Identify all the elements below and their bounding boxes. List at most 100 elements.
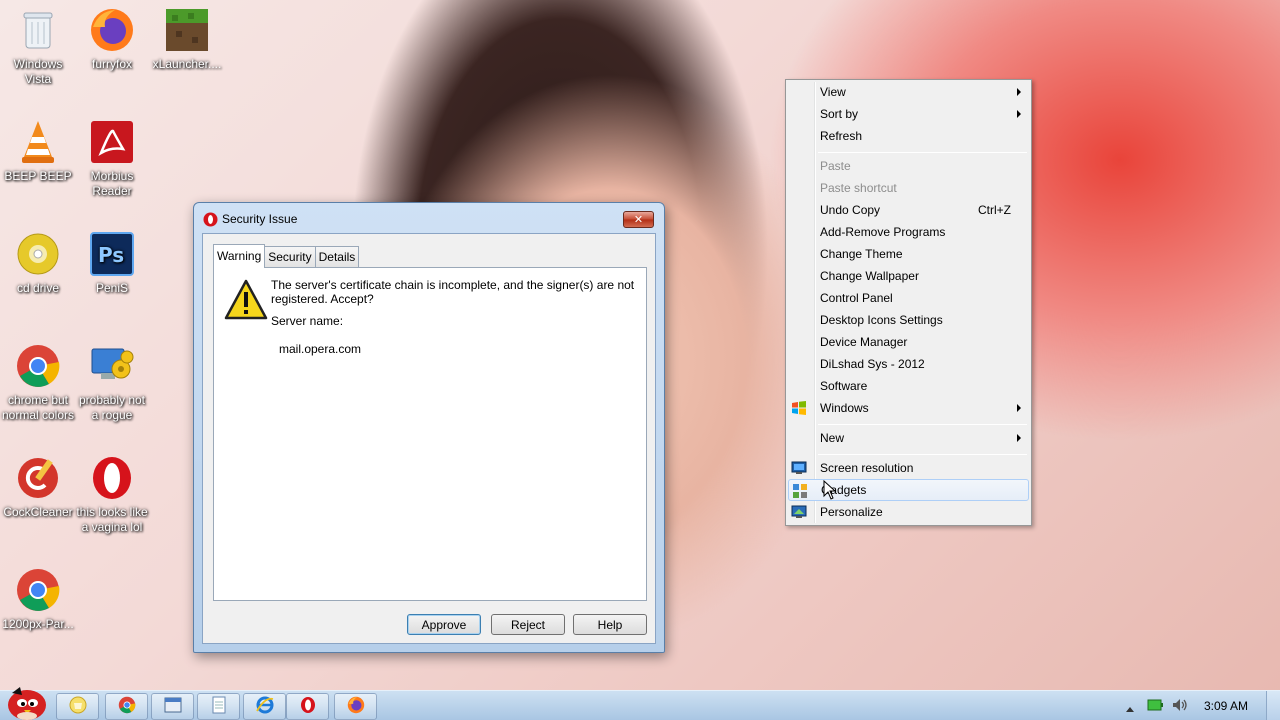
reject-button[interactable]: Reject [491, 614, 565, 635]
desktop-icon-beep-beep[interactable]: BEEP BEEP [0, 118, 76, 184]
desktop-icon-cd-drive[interactable]: cd drive [0, 230, 76, 296]
menu-separator [818, 454, 1027, 455]
server-name-label: Server name: [271, 314, 344, 328]
opera-icon [88, 454, 136, 502]
submenu-arrow-icon [1017, 434, 1021, 442]
desktop-icon-cockcleaner[interactable]: CockCleaner [0, 454, 76, 520]
tab-details[interactable]: Details [314, 246, 360, 267]
gadgets-icon [792, 483, 808, 499]
chrome-icon [14, 566, 62, 614]
desktop-icon-label: xLauncher.... [152, 57, 222, 71]
taskbar-internet-explorer-button[interactable] [243, 693, 286, 720]
menu-item-control-panel[interactable]: Control Panel [788, 287, 1029, 309]
opera-icon [300, 696, 316, 717]
show-hidden-icons-chevron-icon[interactable] [1126, 701, 1134, 715]
taskbar-explorer-button[interactable] [56, 693, 99, 720]
pdf-reader-icon [88, 118, 136, 166]
close-button[interactable]: ✕ [623, 211, 654, 228]
taskbar-clock[interactable]: 3:09 AM [1204, 699, 1248, 713]
desktop-icon-label: Windows Vista [13, 57, 63, 86]
volume-icon[interactable] [1172, 698, 1188, 715]
window-icon [164, 697, 182, 716]
menu-item-device-manager[interactable]: Device Manager [788, 331, 1029, 353]
menu-item-personalize[interactable]: Personalize [788, 501, 1029, 523]
taskbar-window-button[interactable] [151, 693, 194, 720]
tab-security[interactable]: Security [264, 246, 316, 267]
menu-item-label: Add-Remove Programs [820, 225, 946, 239]
menu-item-refresh[interactable]: Refresh [788, 125, 1029, 147]
menu-item-label: Undo Copy [820, 203, 881, 217]
monitor-icon [791, 460, 807, 476]
desktop-icon-probably-not-a-rogue[interactable]: probably not a rogue [74, 342, 150, 423]
server-name-value: mail.opera.com [279, 342, 362, 356]
menu-item-label: Personalize [820, 505, 883, 519]
desktop-icon-windows-vista[interactable]: Windows Vista [0, 6, 76, 87]
minecraft-icon [163, 6, 211, 54]
taskbar: 3:09 AM [0, 687, 1280, 720]
desktop-icon-label: PeniS [95, 281, 129, 295]
tab-warning[interactable]: Warning [213, 244, 266, 268]
menu-item-software[interactable]: Software [788, 375, 1029, 397]
opera-icon [203, 212, 218, 227]
menu-item-label: View [820, 85, 846, 99]
firefox-icon [88, 6, 136, 54]
menu-item-label: Refresh [820, 129, 863, 143]
desktop-icon-furryfox[interactable]: furryfox [74, 6, 150, 72]
notepad-icon [211, 696, 227, 717]
menu-item-shortcut: Ctrl+Z [978, 203, 1011, 217]
menu-item-view[interactable]: View [788, 81, 1029, 103]
personalize-icon [791, 504, 807, 520]
submenu-arrow-icon [1017, 404, 1021, 412]
warning-message: The server's certificate chain is incomp… [271, 278, 635, 306]
start-button[interactable] [4, 683, 50, 720]
desktop-icon-penis[interactable]: Ps PeniS [74, 230, 150, 296]
internet-explorer-icon [255, 695, 275, 718]
menu-item-undo-copy[interactable]: Undo Copy Ctrl+Z [788, 199, 1029, 221]
menu-item-label: Windows [820, 401, 869, 415]
menu-item-paste-shortcut: Paste shortcut [788, 177, 1029, 199]
desktop-icon-xlauncher[interactable]: xLauncher.... [149, 6, 225, 72]
menu-item-label: Gadgets [821, 483, 867, 497]
warning-icon [224, 278, 268, 322]
show-desktop-button[interactable] [1266, 691, 1280, 720]
menu-item-label: Control Panel [820, 291, 893, 305]
taskbar-notepad-button[interactable] [197, 693, 240, 720]
battery-icon[interactable] [1147, 698, 1163, 715]
menu-item-windows[interactable]: Windows [788, 397, 1029, 419]
menu-item-add-remove-programs[interactable]: Add-Remove Programs [788, 221, 1029, 243]
chrome-icon [118, 696, 136, 717]
chrome-icon [14, 342, 62, 390]
taskbar-chrome-button[interactable] [105, 693, 148, 720]
mouse-cursor-icon [823, 479, 837, 500]
desktop-icon-label: 1200px-Par... [2, 617, 74, 631]
desktop-icon-label: Morbius Reader [90, 169, 134, 198]
menu-item-label: Change Theme [820, 247, 903, 261]
dialog-title: Security Issue [222, 212, 298, 226]
desktop-icon-label: probably not a rogue [78, 393, 146, 422]
menu-separator [818, 424, 1027, 425]
menu-item-change-theme[interactable]: Change Theme [788, 243, 1029, 265]
taskbar-opera-button[interactable] [286, 693, 329, 720]
desktop-icon-chrome[interactable]: chrome but normal colors [0, 342, 76, 423]
menu-item-label: Screen resolution [820, 461, 914, 475]
desktop-icon-opera[interactable]: this looks like a vagina lol [74, 454, 150, 535]
menu-item-label: New [820, 431, 845, 445]
approve-button[interactable]: Approve [407, 614, 481, 635]
help-button[interactable]: Help [573, 614, 647, 635]
menu-item-change-wallpaper[interactable]: Change Wallpaper [788, 265, 1029, 287]
desktop-icon-1200px-par[interactable]: 1200px-Par... [0, 566, 76, 632]
menu-item-screen-resolution[interactable]: Screen resolution [788, 457, 1029, 479]
menu-item-label: Sort by [820, 107, 859, 121]
desktop-icon-morbius-reader[interactable]: Morbius Reader [74, 118, 150, 199]
recycle-bin-icon [14, 6, 62, 54]
security-issue-dialog: Security Issue ✕ Warning Security Detail… [193, 202, 665, 653]
warning-panel: The server's certificate chain is incomp… [213, 267, 647, 601]
taskbar-firefox-button[interactable] [334, 693, 377, 720]
menu-item-label: Paste shortcut [820, 181, 897, 195]
menu-item-dilshad-sys[interactable]: DiLshad Sys - 2012 [788, 353, 1029, 375]
menu-item-new[interactable]: New [788, 427, 1029, 449]
menu-item-sort-by[interactable]: Sort by [788, 103, 1029, 125]
menu-item-label: Change Wallpaper [820, 269, 919, 283]
submenu-arrow-icon [1017, 110, 1021, 118]
menu-item-desktop-icons-settings[interactable]: Desktop Icons Settings [788, 309, 1029, 331]
